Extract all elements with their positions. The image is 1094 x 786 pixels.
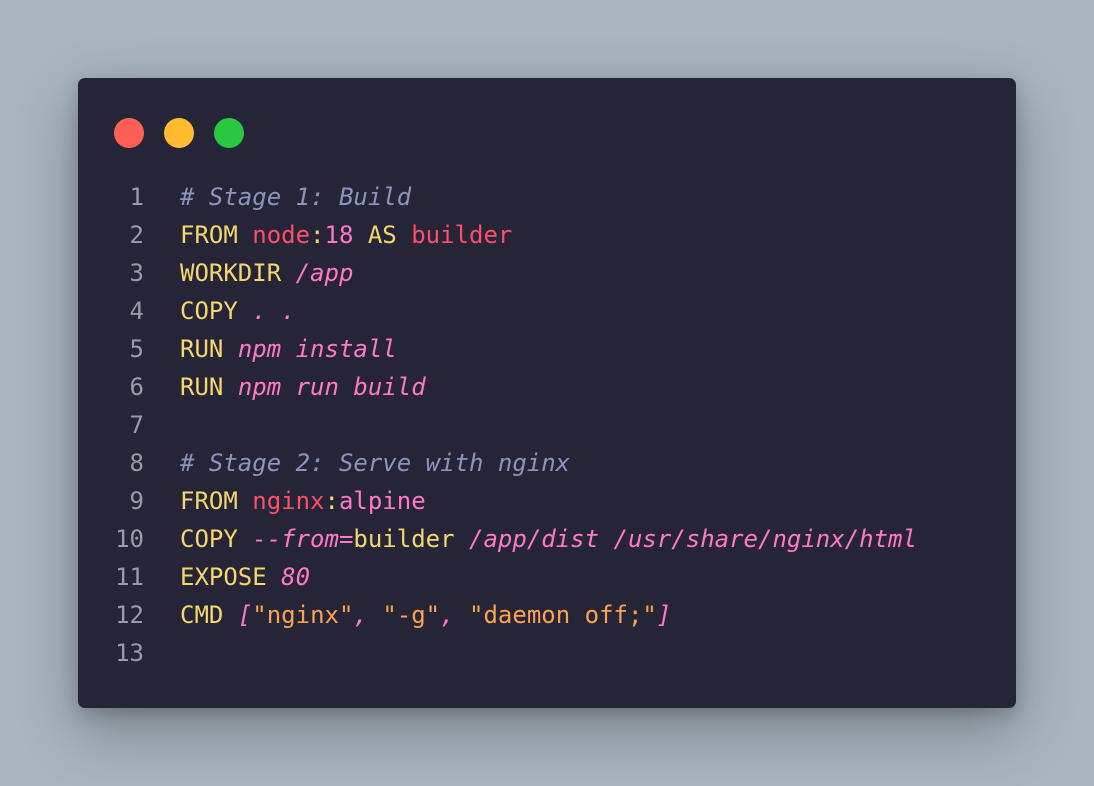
line-number: 4	[129, 297, 144, 325]
line-number: 11	[115, 563, 144, 591]
code-line-content: FROM node:18 AS builder	[180, 216, 512, 254]
code-token: # Stage 2: Serve with nginx	[180, 449, 571, 477]
code-token: alpine	[338, 487, 426, 515]
code-line-content: COPY --from=builder /app/dist /usr/share…	[180, 520, 917, 558]
code-line: 7	[78, 406, 1016, 444]
code-line-content: EXPOSE 80	[180, 558, 310, 596]
code-window: 1 # Stage 1: Build 2 FROM node:18 AS builde…	[78, 78, 1016, 708]
code-token: WORKDIR	[180, 259, 282, 287]
code-editor[interactable]: 1 # Stage 1: Build 2 FROM node:18 AS builde…	[78, 178, 1016, 672]
code-token: :	[324, 487, 339, 515]
maximize-window-button[interactable]	[214, 118, 244, 148]
minimize-window-button[interactable]	[164, 118, 194, 148]
code-line-content: RUN npm install	[180, 330, 397, 368]
code-token: CMD	[180, 601, 224, 629]
line-number: 12	[115, 601, 144, 629]
line-number: 2	[129, 221, 144, 249]
code-line: 6 RUN npm run build	[78, 368, 1016, 406]
code-token: [	[237, 601, 253, 629]
code-token: builder	[411, 221, 513, 249]
code-line-content: COPY . .	[180, 292, 296, 330]
code-token: 80	[281, 563, 311, 591]
code-line: 11 EXPOSE 80	[78, 558, 1016, 596]
code-token: . .	[252, 297, 296, 325]
code-token: /app/dist /usr/share/nginx/html	[469, 525, 917, 553]
code-line-content: WORKDIR /app	[180, 254, 353, 292]
line-number: 5	[129, 335, 144, 363]
code-token: node	[252, 221, 311, 249]
code-token: ]	[656, 601, 672, 629]
code-line: 10 COPY --from=builder /app/dist /usr/sha…	[78, 520, 1016, 558]
code-line: 12 CMD ["nginx", "-g", "daemon off;"]	[78, 596, 1016, 634]
code-token: AS	[367, 221, 397, 249]
code-line: 3 WORKDIR /app	[78, 254, 1016, 292]
code-line: 5 RUN npm install	[78, 330, 1016, 368]
line-number: 8	[129, 449, 144, 477]
code-token: COPY	[180, 525, 238, 553]
code-token: =	[338, 525, 354, 553]
close-window-button[interactable]	[114, 118, 144, 148]
line-number: 3	[129, 259, 144, 287]
code-line-content: # Stage 1: Build	[180, 178, 411, 216]
code-line-content: # Stage 2: Serve with nginx	[180, 444, 570, 482]
code-token: npm run build	[237, 373, 426, 401]
code-token: COPY	[180, 297, 238, 325]
code-token: npm install	[237, 335, 397, 363]
code-token: EXPOSE	[180, 563, 267, 591]
line-number: 1	[129, 183, 144, 211]
code-line: 1 # Stage 1: Build	[78, 178, 1016, 216]
code-line: 2 FROM node:18 AS builder	[78, 216, 1016, 254]
code-token: RUN	[180, 373, 224, 401]
code-line: 4 COPY . .	[78, 292, 1016, 330]
code-token: /app	[295, 259, 354, 287]
code-token: FROM	[180, 221, 238, 249]
code-token: FROM	[180, 487, 238, 515]
code-token: # Stage 1: Build	[180, 183, 412, 211]
code-token: --from	[252, 525, 339, 553]
code-token: RUN	[180, 335, 224, 363]
code-line-content: FROM nginx:alpine	[180, 482, 426, 520]
code-token: "daemon off;"	[469, 601, 657, 629]
code-token: :	[310, 221, 325, 249]
code-line: 9 FROM nginx:alpine	[78, 482, 1016, 520]
line-number: 9	[129, 487, 144, 515]
line-number: 13	[115, 639, 144, 667]
code-token: builder	[353, 525, 455, 553]
code-line: 8 # Stage 2: Serve with nginx	[78, 444, 1016, 482]
code-token: 18	[324, 221, 354, 249]
code-token: "nginx"	[252, 601, 354, 629]
line-number: 10	[115, 525, 144, 553]
code-token: "-g"	[382, 601, 441, 629]
line-number: 7	[129, 411, 144, 439]
code-token: nginx	[252, 487, 325, 515]
code-line-content: RUN npm run build	[180, 368, 426, 406]
code-token: ,	[353, 601, 383, 629]
code-line: 13	[78, 634, 1016, 672]
line-number: 6	[129, 373, 144, 401]
code-line-content: CMD ["nginx", "-g", "daemon off;"]	[180, 596, 671, 634]
code-token: ,	[440, 601, 470, 629]
